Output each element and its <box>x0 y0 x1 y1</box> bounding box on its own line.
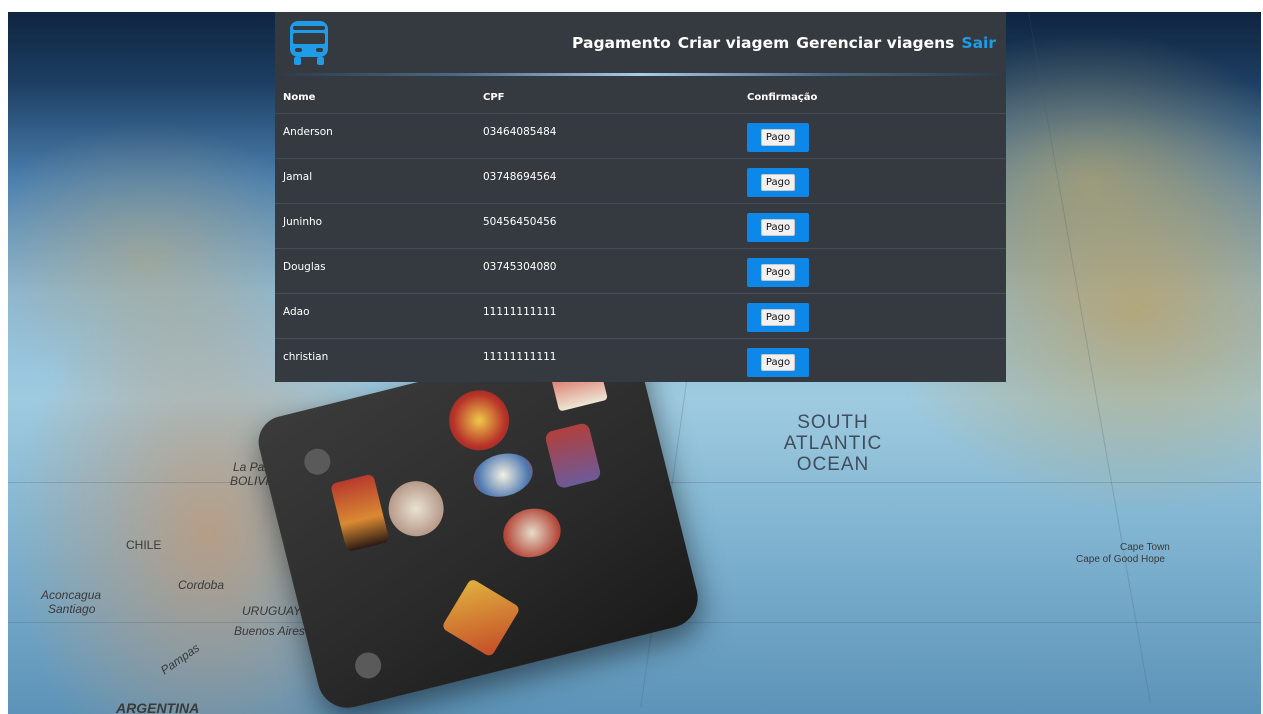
table-row: Adao 11111111111 Pago <box>275 293 1006 339</box>
table-row: christian 11111111111 Pago <box>275 339 1006 384</box>
map-label-cape-town: Cape Town <box>1120 542 1170 553</box>
pago-button-label: Pago <box>760 219 796 236</box>
pago-button-label: Pago <box>760 174 796 191</box>
pago-button-label: Pago <box>760 309 796 326</box>
users-table: Nome CPF Confirmação Anderson 0346408548… <box>275 81 1006 383</box>
nav-link-pagamento[interactable]: Pagamento <box>572 34 671 52</box>
pago-button[interactable]: Pago <box>747 348 809 377</box>
main-panel: Pagamento Criar viagem Gerenciar viagens… <box>275 12 1006 382</box>
nav-link-criar-viagem[interactable]: Criar viagem <box>678 34 789 52</box>
table-row: Anderson 03464085484 Pago <box>275 113 1006 159</box>
map-label-uruguay: URUGUAY <box>242 604 302 618</box>
map-label-aconcagua: Aconcagua <box>41 588 102 602</box>
pago-button[interactable]: Pago <box>747 123 809 152</box>
cell-cpf: 50456450456 <box>483 216 557 228</box>
nav-links: Pagamento Criar viagem Gerenciar viagens… <box>572 34 996 52</box>
navbar: Pagamento Criar viagem Gerenciar viagens… <box>275 12 1006 73</box>
table-header-row: Nome CPF Confirmação <box>275 81 1006 114</box>
bus-icon[interactable] <box>288 20 330 66</box>
table-row: Juninho 50456450456 Pago <box>275 203 1006 249</box>
nav-link-gerenciar-viagens[interactable]: Gerenciar viagens <box>796 34 954 52</box>
map-label-cape-of-good-hope: Cape of Good Hope <box>1076 554 1165 565</box>
pago-button[interactable]: Pago <box>747 168 809 197</box>
ocean-label: SOUTH ATLANTIC OCEAN <box>783 412 883 475</box>
map-label-santiago: Santiago <box>48 602 96 616</box>
pago-button[interactable]: Pago <box>747 213 809 242</box>
cell-nome: Adao <box>283 306 310 318</box>
map-label-chile: CHILE <box>126 538 162 552</box>
cell-nome: Anderson <box>283 126 333 138</box>
table-row: Jamal 03748694564 Pago <box>275 158 1006 204</box>
cell-cpf: 11111111111 <box>483 351 557 363</box>
cell-nome: christian <box>283 351 329 363</box>
pago-button[interactable]: Pago <box>747 258 809 287</box>
cell-nome: Douglas <box>283 261 326 273</box>
table-row: Douglas 03745304080 Pago <box>275 248 1006 294</box>
nav-link-sair[interactable]: Sair <box>961 34 996 52</box>
cell-nome: Juninho <box>283 216 323 228</box>
cell-cpf: 03748694564 <box>483 171 557 183</box>
map-label-cordoba: Cordoba <box>178 578 225 592</box>
pago-button-label: Pago <box>760 354 796 371</box>
map-label-buenos-aires: Buenos Aires <box>234 624 305 638</box>
pago-button-label: Pago <box>760 129 796 146</box>
column-header-cpf: CPF <box>475 81 739 114</box>
cell-nome: Jamal <box>283 171 313 183</box>
cell-cpf: 11111111111 <box>483 306 557 318</box>
pago-button[interactable]: Pago <box>747 303 809 332</box>
map-label-argentina: ARGENTINA <box>116 700 200 714</box>
column-header-confirmacao: Confirmação <box>739 81 1006 114</box>
cell-cpf: 03745304080 <box>483 261 557 273</box>
pago-button-label: Pago <box>760 264 796 281</box>
column-header-nome: Nome <box>275 81 475 114</box>
map-label-pampas: Pampas <box>157 640 203 678</box>
cell-cpf: 03464085484 <box>483 126 557 138</box>
